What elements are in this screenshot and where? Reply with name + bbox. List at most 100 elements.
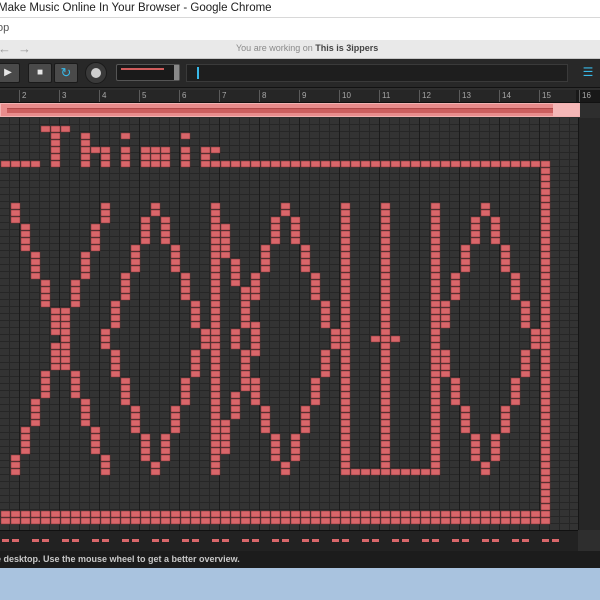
note-block[interactable] [140,230,151,238]
note-block[interactable] [140,433,151,441]
note-block[interactable] [210,251,221,259]
note-block[interactable] [90,237,101,245]
note-block[interactable] [210,293,221,301]
note-block[interactable] [170,251,181,259]
note-block[interactable] [310,398,321,406]
note-block[interactable] [90,230,101,238]
note-block[interactable] [480,209,491,217]
note-block[interactable] [380,202,391,210]
note-block[interactable] [480,461,491,469]
note-block[interactable] [260,251,271,259]
note-block[interactable] [380,384,391,392]
note-block[interactable] [320,321,331,329]
note-block[interactable] [250,510,261,518]
note-block[interactable] [210,433,221,441]
note-block[interactable] [220,237,231,245]
note-block[interactable] [510,279,521,287]
note-block[interactable] [210,328,221,336]
note-block[interactable] [380,258,391,266]
note-block[interactable] [100,510,111,518]
note-block[interactable] [380,377,391,385]
note-block[interactable] [30,160,41,168]
note-block[interactable] [80,160,91,168]
note-block[interactable] [180,153,191,161]
note-block[interactable] [310,384,321,392]
note-block[interactable] [80,265,91,273]
note-block[interactable] [150,153,161,161]
note-block[interactable] [90,517,101,525]
note-block[interactable] [510,517,521,525]
note-block[interactable] [200,146,211,154]
note-block[interactable] [540,314,551,322]
note-block[interactable] [20,433,31,441]
note-block[interactable] [430,223,441,231]
address-text[interactable]: op [0,22,9,34]
note-block[interactable] [210,279,221,287]
note-block[interactable] [540,349,551,357]
note-lane-strip[interactable] [0,530,578,551]
note-block[interactable] [430,349,441,357]
note-block[interactable] [440,321,451,329]
note-block[interactable] [380,398,391,406]
note-block[interactable] [30,398,41,406]
tempo-slider[interactable] [116,64,180,81]
note-block[interactable] [470,517,481,525]
note-block[interactable] [320,510,331,518]
note-block[interactable] [70,293,81,301]
hamburger-icon[interactable]: ☰ [579,63,597,81]
note-block[interactable] [180,132,191,140]
note-block[interactable] [250,342,261,350]
note-block[interactable] [460,265,471,273]
note-block[interactable] [320,517,331,525]
note-block[interactable] [530,335,541,343]
playback-position-bar[interactable] [186,64,568,82]
note-block[interactable] [310,293,321,301]
note-block[interactable] [340,223,351,231]
note-block[interactable] [430,286,441,294]
note-block[interactable] [140,160,151,168]
note-block[interactable] [240,356,251,364]
note-block[interactable] [210,377,221,385]
note-block[interactable] [100,517,111,525]
note-block[interactable] [450,377,461,385]
note-block[interactable] [220,440,231,448]
note-block[interactable] [380,405,391,413]
note-block[interactable] [290,447,301,455]
note-block[interactable] [500,258,511,266]
note-block[interactable] [350,517,361,525]
note-block[interactable] [340,328,351,336]
note-block[interactable] [160,146,171,154]
note-block[interactable] [130,419,141,427]
note-block[interactable] [500,517,511,525]
note-block[interactable] [250,279,261,287]
note-block[interactable] [380,440,391,448]
note-block[interactable] [50,363,61,371]
note-block[interactable] [230,328,241,336]
playhead-marker[interactable] [197,67,199,79]
note-block[interactable] [430,433,441,441]
note-block[interactable] [100,328,111,336]
note-block[interactable] [120,153,131,161]
note-block[interactable] [540,356,551,364]
note-block[interactable] [470,230,481,238]
note-block[interactable] [540,391,551,399]
note-block[interactable] [540,510,551,518]
note-block[interactable] [380,223,391,231]
note-block[interactable] [150,510,161,518]
note-block[interactable] [430,363,441,371]
note-block[interactable] [410,160,421,168]
note-block[interactable] [380,237,391,245]
loop-region-range[interactable] [7,108,553,113]
note-block[interactable] [340,230,351,238]
note-block[interactable] [50,132,61,140]
note-block[interactable] [300,405,311,413]
note-block[interactable] [210,300,221,308]
note-block[interactable] [150,202,161,210]
note-block[interactable] [310,272,321,280]
note-block[interactable] [50,307,61,315]
note-block[interactable] [340,286,351,294]
note-block[interactable] [440,160,451,168]
note-block[interactable] [180,510,191,518]
note-block[interactable] [110,517,121,525]
note-block[interactable] [210,216,221,224]
